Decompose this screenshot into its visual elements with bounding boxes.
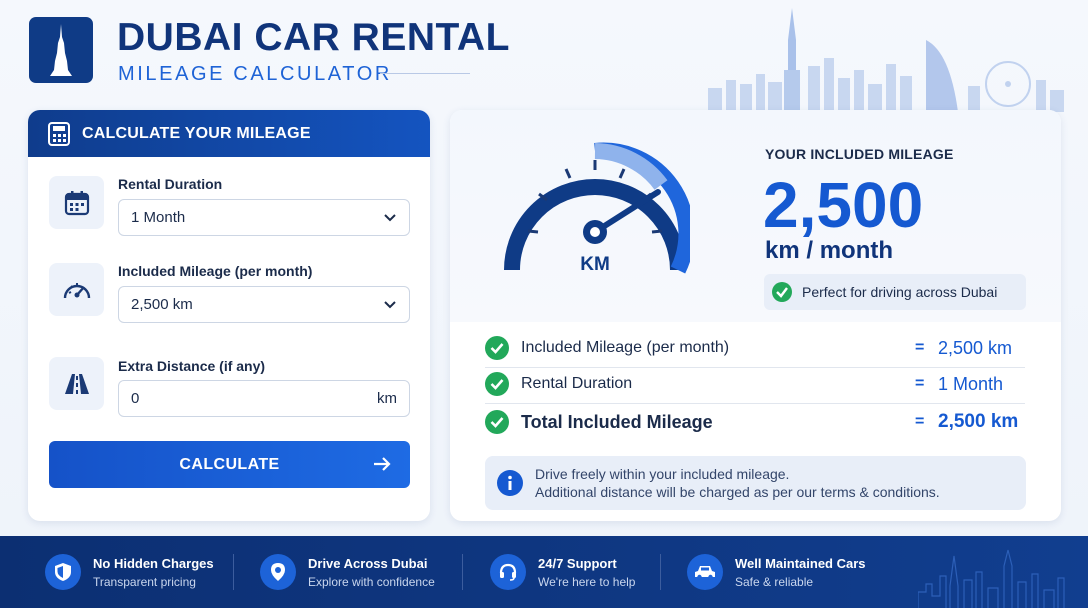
summary-row-total: Total Included Mileage = 2,500 km [485, 404, 1025, 440]
info-text: Drive freely within your included mileag… [535, 465, 940, 501]
included-mileage-heading: YOUR INCLUDED MILEAGE [765, 146, 954, 162]
summary-row-value: 2,500 km [938, 411, 1019, 432]
feature-divider [233, 554, 234, 590]
headset-icon [490, 554, 526, 590]
subtitle-divider [380, 73, 470, 74]
extra-distance-field: km [118, 380, 410, 417]
calendar-icon [49, 176, 104, 229]
speedometer-icon [49, 263, 104, 316]
chevron-down-icon [384, 213, 396, 221]
feature-divider [462, 554, 463, 590]
feature-divider [660, 554, 661, 590]
perfect-note-text: Perfect for driving across Dubai [802, 284, 998, 300]
summary-row: Rental Duration = 1 Month [485, 366, 1025, 402]
summary-row-label: Rental Duration [521, 375, 633, 392]
road-icon [49, 357, 104, 410]
extra-distance-label: Extra Distance (if any) [118, 358, 266, 374]
info-line: Drive freely within your included mileag… [535, 466, 790, 482]
included-mileage-select[interactable]: 2,500 km [118, 286, 410, 323]
check-circle-icon [485, 372, 509, 396]
rental-duration-label: Rental Duration [118, 176, 223, 192]
check-circle-icon [772, 282, 792, 302]
calculator-icon [48, 121, 70, 146]
feature-subtitle: Safe & reliable [735, 574, 814, 589]
shield-icon [45, 554, 81, 590]
location-pin-icon [260, 554, 296, 590]
extra-distance-unit: km [377, 390, 397, 407]
summary-row-label: Included Mileage (per month) [521, 339, 730, 356]
dubai-skyline-illustration [708, 8, 1064, 112]
speedometer-gauge: KM [504, 142, 690, 275]
info-line: Additional distance will be charged as p… [535, 484, 940, 500]
footer-skyline-illustration [918, 549, 1065, 608]
feature-title: Well Maintained Cars [735, 555, 866, 571]
rental-duration-value: 1 Month [131, 209, 186, 226]
page-subtitle: MILEAGE CALCULATOR [118, 63, 392, 85]
logo [29, 17, 93, 83]
included-mileage-unit: km / month [765, 237, 894, 264]
car-icon [687, 554, 723, 590]
summary-row-value: 1 Month [938, 373, 1004, 394]
summary-row-equals: = [915, 375, 925, 392]
calculate-button[interactable]: CALCULATE [49, 441, 410, 488]
calculator-header: CALCULATE YOUR MILEAGE [28, 110, 430, 157]
feature-subtitle: Transparent pricing [93, 574, 196, 589]
arrow-right-icon [374, 457, 391, 471]
summary-row-label: Total Included Mileage [521, 411, 713, 432]
feature-subtitle: Explore with confidence [308, 574, 435, 589]
feature-no-hidden-charges: No Hidden Charges Transparent pricing [45, 536, 214, 608]
info-icon [497, 470, 523, 496]
feature-title: 24/7 Support [538, 555, 617, 571]
feature-well-maintained-cars: Well Maintained Cars Safe & reliable [687, 536, 866, 608]
rental-duration-select[interactable]: 1 Month [118, 199, 410, 236]
feature-drive-across-dubai: Drive Across Dubai Explore with confiden… [260, 536, 435, 608]
feature-support: 24/7 Support We're here to help [490, 536, 635, 608]
included-mileage-value: 2,500 km [131, 296, 193, 313]
calculate-button-label: CALCULATE [179, 455, 280, 473]
feature-subtitle: We're here to help [538, 574, 636, 589]
calculator-heading: CALCULATE YOUR MILEAGE [82, 124, 311, 142]
summary-row: Included Mileage (per month) = 2,500 km [485, 330, 1025, 366]
summary-row-equals: = [915, 339, 925, 356]
info-banner: Drive freely within your included mileag… [485, 456, 1026, 510]
summary-row-equals: = [915, 413, 925, 430]
burj-khalifa-icon [50, 24, 72, 76]
feature-title: No Hidden Charges [93, 555, 214, 571]
included-mileage-label: Included Mileage (per month) [118, 263, 313, 279]
check-circle-icon [485, 336, 509, 360]
included-mileage-number: 2,500 [763, 169, 924, 241]
page-title: DUBAI CAR RENTAL [117, 16, 510, 59]
summary-row-value: 2,500 km [938, 337, 1013, 358]
gauge-unit-label: KM [580, 254, 610, 275]
features-footer: No Hidden Charges Transparent pricing Dr… [0, 536, 1088, 608]
result-card: KM YOUR INCLUDED MILEAGE 2,500 km / mont… [450, 110, 1061, 521]
check-circle-icon [485, 410, 509, 434]
perfect-note-badge: Perfect for driving across Dubai [764, 274, 1026, 310]
chevron-down-icon [384, 300, 396, 308]
extra-distance-input[interactable] [131, 390, 331, 407]
calculator-card: CALCULATE YOUR MILEAGE Rental Duration 1… [28, 110, 430, 521]
feature-title: Drive Across Dubai [308, 555, 428, 571]
